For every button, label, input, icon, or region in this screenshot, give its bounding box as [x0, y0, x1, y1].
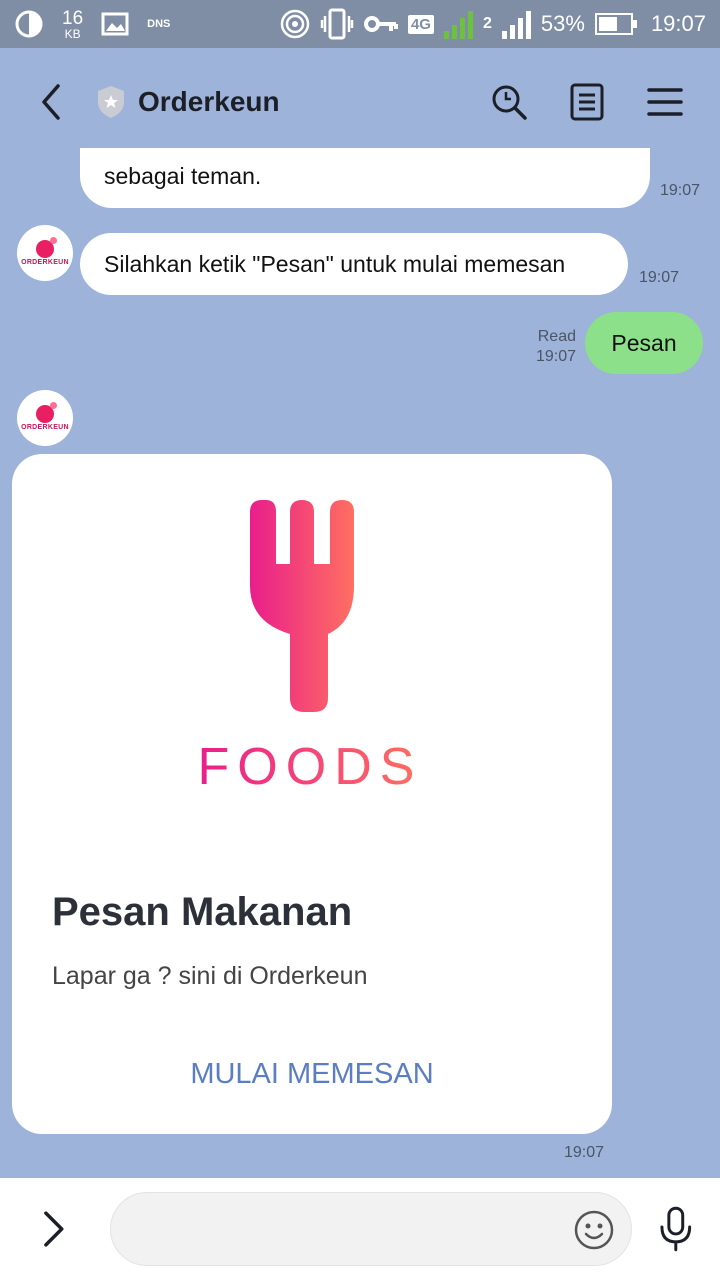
chat-title: Orderkeun: [138, 86, 280, 117]
orderkeun-logo-icon: [36, 237, 57, 258]
data-speed-value: 16: [62, 7, 84, 29]
dns-label: DNS: [147, 18, 171, 30]
emoji-icon[interactable]: [573, 1209, 615, 1251]
flex-message-card[interactable]: FOODS Pesan Makanan Lapar ga ? sini di O…: [12, 454, 612, 1134]
avatar-label: ORDERKEUN: [21, 259, 69, 266]
signal-sim1-icon: [443, 9, 473, 39]
gallery-icon: [101, 12, 129, 36]
message-input-bar: [0, 1178, 720, 1280]
chevron-right-icon[interactable]: [36, 1209, 72, 1249]
battery-icon: [594, 13, 637, 35]
search-icon[interactable]: [490, 83, 528, 121]
user-message-bubble: Pesan: [585, 312, 703, 374]
foods-hero-image: FOODS: [198, 500, 423, 796]
bot-avatar[interactable]: ORDERKEUN: [17, 225, 73, 281]
message-time: 19:07: [535, 348, 576, 365]
start-ordering-button[interactable]: MULAI MEMESAN: [12, 1044, 612, 1104]
bot-avatar[interactable]: ORDERKEUN: [17, 390, 73, 446]
bot-message-bubble: Silahkan ketik "Pesan" untuk mulai memes…: [80, 233, 628, 295]
notes-icon[interactable]: [568, 83, 606, 121]
message-text: sebagai teman.: [104, 163, 262, 189]
chat-header: Orderkeun: [0, 48, 720, 156]
clock: 19:07: [650, 11, 706, 36]
network-type: 4G: [407, 14, 434, 34]
message-input[interactable]: [109, 1192, 633, 1266]
back-icon: [42, 84, 60, 120]
data-speed-unit: KB: [64, 26, 81, 41]
fork-icon: [250, 500, 354, 712]
bot-message-bubble: sebagai teman.: [80, 148, 650, 208]
official-badge-icon: [98, 86, 124, 118]
back-button[interactable]: [36, 82, 66, 122]
avatar-label: ORDERKEUN: [21, 424, 69, 431]
message-text: Pesan: [611, 329, 677, 356]
microphone-icon[interactable]: [656, 1205, 696, 1253]
vpn-key-icon: [363, 16, 398, 32]
battery-percent: 53%: [540, 11, 585, 36]
orderkeun-logo-icon: [36, 402, 57, 423]
read-receipt: Read 19:07: [528, 327, 576, 367]
read-status: Read: [537, 328, 576, 345]
message-time: 19:07: [564, 1144, 605, 1161]
card-subtitle: Lapar ga ? sini di Orderkeun: [52, 962, 368, 990]
vibrate-icon: [320, 8, 354, 40]
menu-icon[interactable]: [646, 83, 684, 121]
message-time: 19:07: [639, 269, 680, 286]
hotspot-icon: [280, 9, 310, 39]
foods-wordmark: FOODS: [198, 738, 423, 796]
card-title: Pesan Makanan: [52, 890, 353, 934]
status-bar: 16 KB DNS 4G 2 53% 19:07: [0, 0, 720, 48]
message-time: 19:07: [660, 182, 701, 199]
signal-sim2-icon: [501, 9, 531, 39]
message-text: Silahkan ketik "Pesan" untuk mulai memes…: [104, 250, 566, 277]
sim2-label: 2: [482, 15, 492, 32]
data-speed: 16 KB: [62, 9, 83, 40]
brightness-icon: [15, 10, 43, 38]
